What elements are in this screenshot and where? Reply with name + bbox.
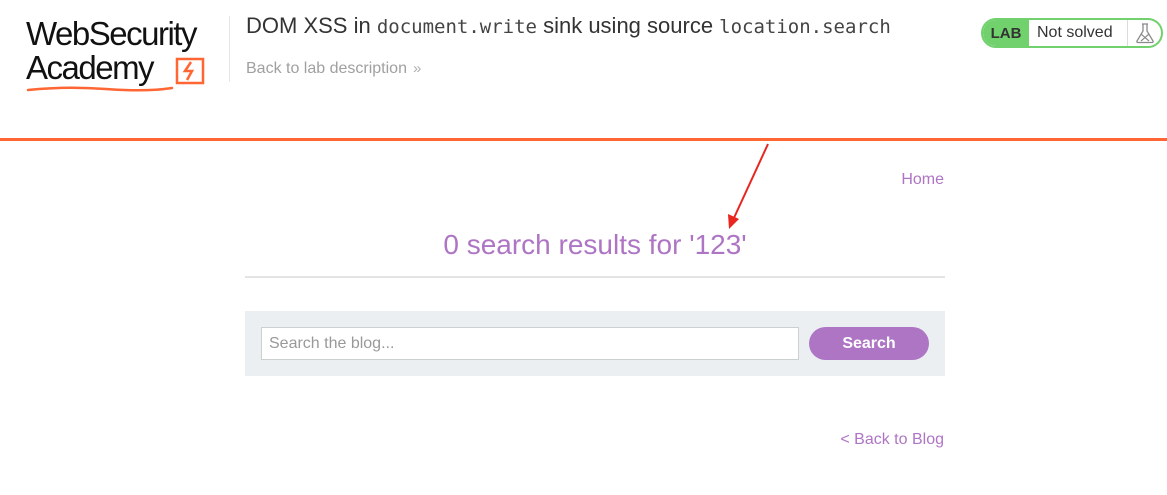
logo-line-2: Academy: [26, 49, 155, 86]
back-to-blog-link[interactable]: < Back to Blog: [840, 431, 944, 449]
web-security-academy-logo[interactable]: WebSecurity Academy: [26, 14, 226, 92]
search-results-heading: 0 search results for '123': [443, 229, 747, 260]
back-to-lab-description-label: Back to lab description: [246, 60, 407, 77]
lab-title-code: document.write: [376, 16, 537, 38]
page: WebSecurity Academy DOM XSS in document.…: [0, 0, 1167, 495]
header-divider: [229, 16, 230, 82]
lab-status-text: Not solved: [1037, 24, 1113, 41]
search-panel: Search: [245, 311, 945, 376]
flask-icon: [1127, 20, 1161, 46]
lab-title-part: DOM XSS in: [246, 13, 377, 38]
lab-title: DOM XSS in document.write sink using sou…: [246, 12, 891, 41]
logo-line-1: WebSecurity: [26, 15, 197, 52]
back-to-lab-description-link[interactable]: Back to lab description »: [246, 59, 421, 79]
lab-title-code: location.search: [719, 16, 891, 38]
lab-status-widget: LAB Not solved: [981, 18, 1163, 48]
header-orange-rule: [0, 138, 1167, 141]
search-button[interactable]: Search: [809, 327, 929, 360]
lab-title-part: sink using source: [536, 13, 720, 38]
home-link[interactable]: Home: [901, 171, 944, 189]
search-input[interactable]: [261, 327, 799, 360]
double-chevron-right-icon: »: [412, 60, 422, 77]
logo-underline-icon: [26, 86, 174, 92]
results-divider: [245, 276, 945, 278]
annotation-arrow-icon: [728, 143, 769, 229]
logo-lightning-icon: [175, 57, 205, 85]
lab-badge: LAB: [983, 20, 1029, 46]
